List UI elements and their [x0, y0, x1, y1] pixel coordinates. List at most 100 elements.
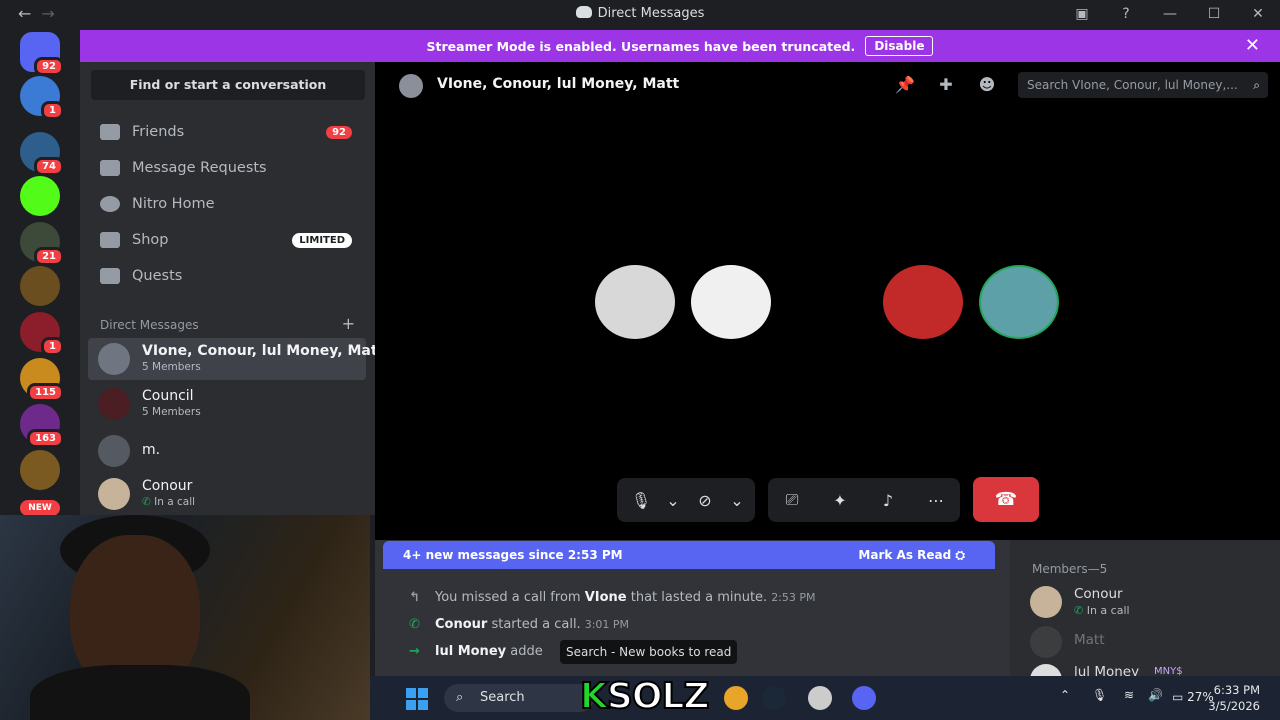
help-icon[interactable]: ? — [1104, 6, 1148, 22]
more-icon[interactable]: ⋯ — [912, 491, 960, 510]
nav-friends[interactable]: Friends 92 — [90, 114, 366, 150]
app-icon[interactable] — [808, 686, 832, 710]
nav-message-requests[interactable]: Message Requests — [90, 150, 366, 186]
maximize-button[interactable]: ☐ — [1192, 6, 1236, 22]
server-icon-server-gold[interactable]: 115 — [20, 358, 64, 402]
new-messages-bar[interactable]: 4+ new messages since 2:53 PM Mark As Re… — [383, 541, 995, 569]
wifi-icon[interactable]: ≋ — [1124, 688, 1134, 702]
nav-nitro-home[interactable]: Nitro Home — [90, 186, 366, 222]
dm-item-m[interactable]: m. — [88, 430, 366, 472]
server-badge: 115 — [27, 383, 64, 402]
quests-icon — [100, 268, 120, 284]
windows-taskbar: ⌕ Search KSOLZ ⌃ 🎙 ≋ 🔊 ▭ 27% 6:33 PM 3/5/2… — [370, 675, 1280, 720]
members-icon[interactable]: ☻ — [978, 76, 996, 94]
server-icon-server-purple[interactable]: 163 — [20, 404, 64, 448]
server-icon-eastsider[interactable] — [20, 450, 60, 490]
search-tooltip: Search - New books to read — [560, 640, 738, 664]
participant-avatar-1[interactable] — [595, 265, 675, 339]
nav-quests[interactable]: Quests — [90, 258, 366, 294]
call-title: VIone, Conour, lul Money, Matt — [437, 76, 680, 92]
camera-off-icon[interactable]: ⊘ — [681, 491, 729, 510]
limited-tag: LIMITED — [292, 232, 352, 248]
volume-icon[interactable]: 🔊 — [1148, 688, 1163, 702]
call-icon: ✆ — [409, 617, 420, 632]
taskbar-search[interactable]: ⌕ Search — [444, 684, 594, 712]
server-icon-server-1[interactable]: 1 — [20, 76, 64, 120]
close-window-button[interactable]: ✕ — [1236, 6, 1280, 22]
discord-taskbar-icon[interactable] — [852, 686, 876, 710]
discord-logo-icon — [575, 6, 592, 18]
server-icon-server-lbc[interactable]: 21 — [20, 222, 64, 266]
inbox-icon[interactable]: ▣ — [1060, 6, 1104, 22]
dm-item-group-call[interactable]: VIone, Conour, lul Money, Matt 5 Members — [88, 338, 384, 380]
dm-item-conour[interactable]: Conour ✆ In a call — [88, 473, 366, 515]
member-item[interactable]: Conour ✆ In a call — [1030, 584, 1270, 618]
dm-item-council[interactable]: Council 5 Members — [88, 383, 366, 425]
system-message: ✆ Conour started a call. 3:01 PM — [409, 617, 630, 632]
create-dm-plus-icon[interactable]: + — [342, 314, 355, 333]
dm-subtext: 5 Members — [142, 406, 201, 418]
dm-subtext: 5 Members — [142, 361, 201, 373]
missed-call-icon: ↰ — [409, 590, 420, 605]
system-message: ↰ You missed a call from VIone that laste… — [409, 590, 816, 605]
mark-as-read-button[interactable]: Mark As Read ⛭ — [858, 541, 965, 569]
dm-name: VIone, Conour, lul Money, Matt — [142, 343, 385, 359]
dm-name: Conour — [142, 478, 193, 494]
group-avatar — [98, 343, 130, 375]
chevron-up-icon[interactable]: ⌃ — [1060, 688, 1070, 702]
participant-avatar-3[interactable] — [883, 265, 963, 339]
windows-start-icon[interactable] — [406, 688, 428, 710]
nav-shop[interactable]: Shop LIMITED — [90, 222, 366, 258]
member-item[interactable]: Matt — [1030, 624, 1270, 658]
friends-icon — [100, 124, 120, 140]
member-list: Members—5 Conour ✆ In a call Matt lul Mo… — [1010, 540, 1280, 696]
clock[interactable]: 6:33 PM 3/5/2026 — [1208, 682, 1260, 714]
search-icon: ⌕ — [456, 690, 464, 705]
dm-section-header: Direct Messages — [100, 318, 199, 332]
server-icon-story[interactable] — [20, 266, 60, 306]
streamer-mode-banner: Streamer Mode is enabled. Usernames have… — [80, 30, 1280, 62]
server-badge: 74 — [34, 157, 64, 176]
screen-share-icon[interactable]: ⎚ — [768, 490, 816, 510]
minimize-button[interactable]: — — [1148, 6, 1192, 22]
dm-subtext: ✆ In a call — [142, 496, 196, 508]
disconnect-button[interactable]: ☎ — [973, 477, 1039, 522]
add-friends-icon[interactable]: ✚ — [937, 76, 955, 94]
steam-icon[interactable] — [762, 686, 786, 710]
banner-text: Streamer Mode is enabled. Usernames have… — [426, 38, 856, 54]
voice-call-area: VIone, Conour, lul Money, Matt 📌 ✚ ☻ Sea… — [375, 62, 1280, 540]
audio-video-controls: 🎙 ⌄ ⊘ ⌄ — [617, 478, 755, 522]
activities-icon[interactable]: ✦ — [816, 491, 864, 510]
dm-name: Council — [142, 388, 194, 404]
dm-name: m. — [142, 442, 161, 458]
chevron-down-icon[interactable]: ⌄ — [665, 491, 681, 510]
find-conversation-button[interactable]: Find or start a conversation — [91, 70, 365, 100]
call-actions: ⎚ ✦ ♪ ⋯ — [768, 478, 960, 522]
mail-icon — [100, 160, 120, 176]
new-messages-text: 4+ new messages since 2:53 PM — [403, 548, 623, 562]
friends-badge: 92 — [326, 125, 352, 139]
server-icon-server-red[interactable]: 1 — [20, 312, 64, 356]
server-icon-streets[interactable]: 74 — [20, 132, 64, 176]
server-badge: 92 — [34, 57, 64, 76]
microphone-tray-icon[interactable]: 🎙 — [1092, 688, 1107, 702]
streamer-webcam — [0, 515, 370, 720]
pin-icon[interactable]: 📌 — [895, 76, 915, 94]
soundboard-icon[interactable]: ♪ — [864, 491, 912, 510]
nitro-icon — [100, 196, 120, 212]
participant-avatar-2[interactable] — [691, 265, 771, 339]
disable-button[interactable]: Disable — [865, 36, 934, 56]
join-arrow-icon: → — [409, 644, 420, 659]
chrome-icon[interactable] — [724, 686, 748, 710]
participant-avatar-4[interactable] — [979, 265, 1059, 339]
close-icon[interactable]: ✕ — [1245, 35, 1260, 56]
title-bar: ← → Direct Messages ▣ ? — ☐ ✕ — [0, 0, 1280, 28]
search-input[interactable]: Search VIone, Conour, lul Money,... ⌕ — [1018, 72, 1268, 98]
webcam-body — [30, 665, 250, 720]
shop-icon — [100, 232, 120, 248]
server-badge: 1 — [41, 101, 64, 120]
server-icon-discord-home[interactable]: 92 — [20, 32, 64, 76]
chevron-down-icon[interactable]: ⌄ — [729, 491, 745, 510]
server-icon-kick[interactable] — [20, 176, 60, 216]
microphone-icon[interactable]: 🎙 — [617, 491, 665, 510]
